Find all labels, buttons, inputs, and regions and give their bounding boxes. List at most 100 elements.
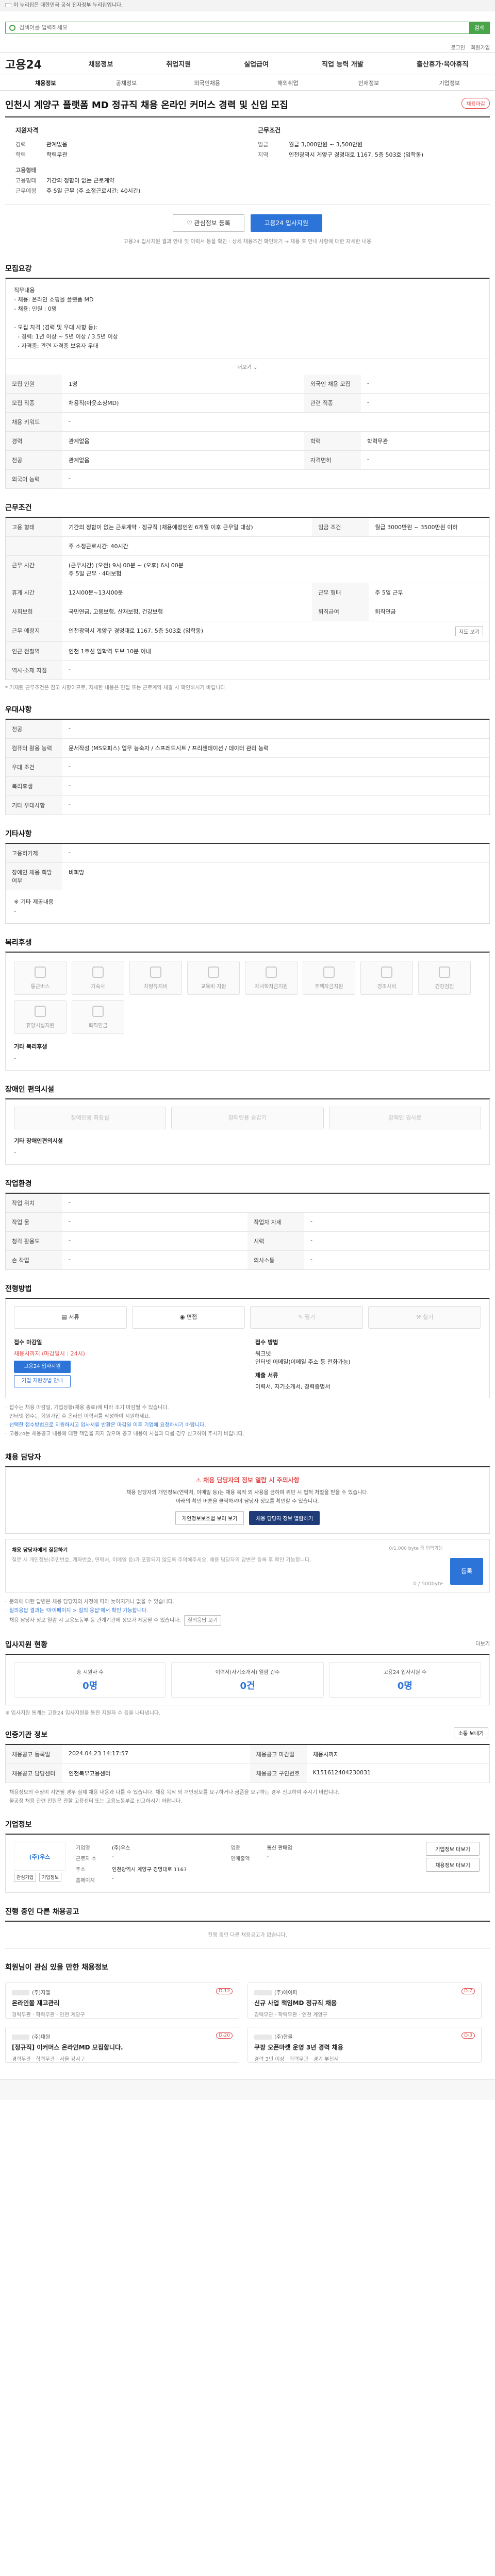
job-card[interactable]: (주)한울 쿠팡 오픈마켓 운영 3년 경력 채용 경력 3년 이상 · 학력무… bbox=[248, 2027, 482, 2063]
question-submit-button[interactable]: 등록 bbox=[450, 1558, 483, 1585]
subnav-item-foreigner[interactable]: 외국인채용 bbox=[167, 79, 248, 87]
disabled-item: 장애인 경사로 bbox=[328, 1107, 481, 1129]
summary-key: 지역 bbox=[258, 151, 269, 158]
company-right-buttons: 기업정보 더보기 채용정보 더보기 bbox=[424, 1842, 481, 1885]
subnav-item-company[interactable]: 기업정보 bbox=[409, 79, 490, 87]
signup-link[interactable]: 회원가입 bbox=[471, 45, 490, 51]
table-cell: 12시00분~13시00분 bbox=[62, 583, 312, 602]
subnav-item-jobs[interactable]: 채용정보 bbox=[5, 79, 86, 87]
tool-icon: ⚒ bbox=[416, 1314, 423, 1320]
qa-view-button[interactable]: 질의응답 보기 bbox=[184, 1615, 222, 1626]
table-cell: 월급 3000만원 ~ 3500만원 이하 bbox=[369, 518, 489, 537]
table-row: 채용 키워드 - bbox=[6, 412, 489, 432]
info-box: 채용공고 등록일 2024.04.23 14:17:57 채용공고 마감일 채용시까지… bbox=[5, 1744, 490, 1783]
flag-icon bbox=[5, 3, 11, 7]
gnb-item-training[interactable]: 직업 능력 개발 bbox=[322, 59, 364, 69]
job-card-dday: D-20 bbox=[216, 2032, 233, 2039]
table-header: 홈페이지 bbox=[76, 1878, 95, 1884]
table-header: 의사소통 bbox=[248, 1250, 304, 1269]
gnb-item-unemployment[interactable]: 실업급여 bbox=[244, 59, 269, 69]
summary-value: 월급 3,000만원 ~ 3,500만원 bbox=[289, 141, 363, 148]
job-card[interactable]: (주)지엘 온라인몰 재고관리 경력무관 · 학력무관 · 인천 계양구 D-1… bbox=[5, 1982, 239, 2019]
method-step: ◉ 면접 bbox=[132, 1306, 245, 1329]
login-link[interactable]: 로그인 bbox=[451, 45, 465, 51]
apply-guide-button[interactable]: 기업 지원방법 안내 bbox=[14, 1375, 71, 1387]
summary-value: 인천광역시 계양구 경명대로 1167, 5층 503호 (임학동) bbox=[289, 151, 424, 158]
person-icon: ◉ bbox=[179, 1314, 187, 1320]
table-row: 작업 위치 - bbox=[6, 1194, 489, 1213]
map-view-button[interactable]: 지도 보기 bbox=[455, 626, 483, 636]
job-card-dday: D-3 bbox=[461, 2032, 475, 2039]
table-header: 자격면허 bbox=[304, 450, 361, 470]
company-info-button[interactable]: 기업정보 bbox=[39, 1873, 62, 1882]
section-title-workenv: 작업환경 bbox=[5, 1180, 32, 1188]
contact-buttons: 개인정보보호법 보러 보기 채용 담당자 정보 열람하기 bbox=[14, 1511, 481, 1525]
view-contact-button[interactable]: 채용 담당자 정보 열람하기 bbox=[249, 1511, 320, 1525]
gnb-item-leave[interactable]: 출산휴가·육아휴직 bbox=[417, 59, 469, 69]
table-cell: 기간의 정함이 없는 근로계약 · 정규직 (채용예정인원 6개월 이후 근무일… bbox=[62, 518, 312, 537]
company-jobs-button[interactable]: 채용정보 더보기 bbox=[426, 1858, 480, 1872]
recruit-description: 직무내용 - 채용: 온라인 쇼핑몰 플랫폼 MD - 채용: 인원 : 0명 … bbox=[6, 279, 489, 358]
search-input[interactable] bbox=[5, 22, 490, 34]
table-cell: - bbox=[112, 1876, 114, 1882]
apply-online-button[interactable]: 고용24 입사지원 bbox=[14, 1361, 71, 1373]
recruit-more-button[interactable]: 더보기 ⌄ bbox=[6, 358, 489, 375]
welfare-sub-value: - bbox=[14, 1055, 16, 1061]
welfare-item: 자녀학자금지원 bbox=[245, 961, 298, 995]
privacy-law-button[interactable]: 개인정보보호법 보러 보기 bbox=[175, 1511, 244, 1525]
table-row: 근무 시간 (근무시간) (오전) 9시 00분 ~ (오후) 6시 00분 주 … bbox=[6, 555, 489, 583]
welfare-item: 경조사비 bbox=[360, 961, 413, 995]
note-item: 채용 담당자 정보 열람 시 고용노동부 등 관계기관에 정보가 제공될 수 있… bbox=[5, 1615, 490, 1626]
subnav-item-overseas[interactable]: 해외취업 bbox=[248, 79, 328, 87]
etc-box: 고용허가제 - 장애인 채용 희망 여부 비희망 ※ 기타 제공내용 - bbox=[5, 843, 490, 924]
table-header: 채용공고 등록일 bbox=[6, 1745, 62, 1764]
company-logo-icon bbox=[12, 2035, 29, 2040]
search-button[interactable]: 검색 bbox=[469, 22, 490, 34]
section-title-stats-text: 입사지원 현황 bbox=[5, 1641, 48, 1649]
note-item: 문의에 대한 답변은 채용 담당자의 사정에 따라 늦어지거나 없을 수 있습니… bbox=[5, 1598, 490, 1606]
note-item: 질의응답 결과는 '마이페이지 > 질의 응답'에서 확인 가능합니다. bbox=[5, 1606, 490, 1615]
table-header: 모집 인원 bbox=[6, 375, 62, 394]
summary-value: 주 5일 근무 (주 소정근로시간: 40시간) bbox=[46, 188, 141, 194]
welfare-item: 차량유지비 bbox=[129, 961, 182, 995]
question-textarea[interactable]: 질문 시 개인정보(주민번호, 계좌번호, 연락처, 이메일 등)가 포함되지 … bbox=[12, 1556, 383, 1564]
note-item: 불공정 채용 관련 민원은 관할 고용센터 또는 고용노동부로 신고하시기 바랍… bbox=[5, 1797, 490, 1806]
table-header: 주소 bbox=[76, 1867, 86, 1873]
summary-conditions: 근무조건 임금 월급 3,000만원 ~ 3,500만원 지역 인천광역시 계양구 … bbox=[248, 126, 490, 196]
company-more-button[interactable]: 기업정보 더보기 bbox=[426, 1842, 480, 1856]
etc-extra: ※ 기타 제공내용 - bbox=[6, 890, 489, 923]
subnav-item-open-recruit[interactable]: 공채정보 bbox=[86, 79, 167, 87]
work-box: 고용 형태 기간의 정함이 없는 근로계약 · 정규직 (채용예정인원 6개월 이… bbox=[5, 517, 490, 680]
job-card-meta: 경력 3년 이상 · 학력무관 · 경기 부천시 bbox=[254, 2057, 339, 2062]
stats-more-link[interactable]: 더보기 bbox=[475, 1639, 490, 1647]
gnb-item-jobs[interactable]: 채용정보 bbox=[89, 59, 113, 69]
logo[interactable]: 고용24 bbox=[5, 56, 62, 72]
gnb-item-employment-support[interactable]: 취업지원 bbox=[166, 59, 191, 69]
job-card-company: (주)대원 bbox=[12, 2032, 233, 2040]
apply-button[interactable]: 고용24 입사지원 bbox=[250, 214, 322, 232]
table-row: 청각 활용도 - 시력 - bbox=[6, 1231, 489, 1251]
job-card[interactable]: (주)대원 [정규직] 이커머스 온라인MD 모집합니다. 경력무관 · 학력무… bbox=[5, 2027, 239, 2063]
scrap-button[interactable]: ♡ 관심정보 등록 bbox=[173, 214, 244, 232]
other-jobs-empty: 진행 중인 다른 채용공고가 없습니다. bbox=[5, 1921, 490, 1948]
follow-company-button[interactable]: 관심기업 bbox=[14, 1873, 37, 1882]
job-card[interactable]: (주)에이피 신규 사업 책임MD 정규직 채용 경력무관 · 학력무관 · 인… bbox=[248, 1982, 482, 2019]
table-cell: (근무시간) (오전) 9시 00분 ~ (오후) 6시 00분 주 5일 근무… bbox=[62, 555, 489, 583]
share-button[interactable]: 소통 보내기 bbox=[453, 1727, 488, 1738]
etc-table: 고용허가제 - 장애인 채용 희망 여부 비희망 bbox=[6, 844, 489, 890]
welfare-item-label: 퇴직연금 bbox=[88, 1023, 108, 1029]
method-step: ⚒ 실기 bbox=[368, 1306, 481, 1329]
document-icon: ▤ bbox=[61, 1314, 69, 1320]
stat-value: 0명 bbox=[397, 1681, 412, 1691]
footer bbox=[0, 2079, 495, 2100]
table-row: 주소 인천광역시 계양구 경명대로 1167 bbox=[73, 1863, 417, 1874]
table-cell: 비희망 bbox=[69, 869, 85, 876]
table-cell: - bbox=[62, 1194, 489, 1213]
subnav-item-talent[interactable]: 인재정보 bbox=[328, 79, 409, 87]
summary-key: 근무예정 bbox=[15, 188, 37, 194]
welfare-item-label: 통근버스 bbox=[30, 984, 50, 990]
stat-card: 이력서(자기소개서) 열람 건수 0건 bbox=[171, 1662, 324, 1698]
summary-qualification: 지원자격 경력 관계없음 학력 학력무관 고용형태 고용형태 기간의 정함이 없는 근… bbox=[5, 126, 248, 196]
job-card-meta: 경력무관 · 학력무관 · 인천 계양구 bbox=[254, 2012, 327, 2018]
apply-deadline-title: 접수 마감일 bbox=[14, 1339, 42, 1346]
